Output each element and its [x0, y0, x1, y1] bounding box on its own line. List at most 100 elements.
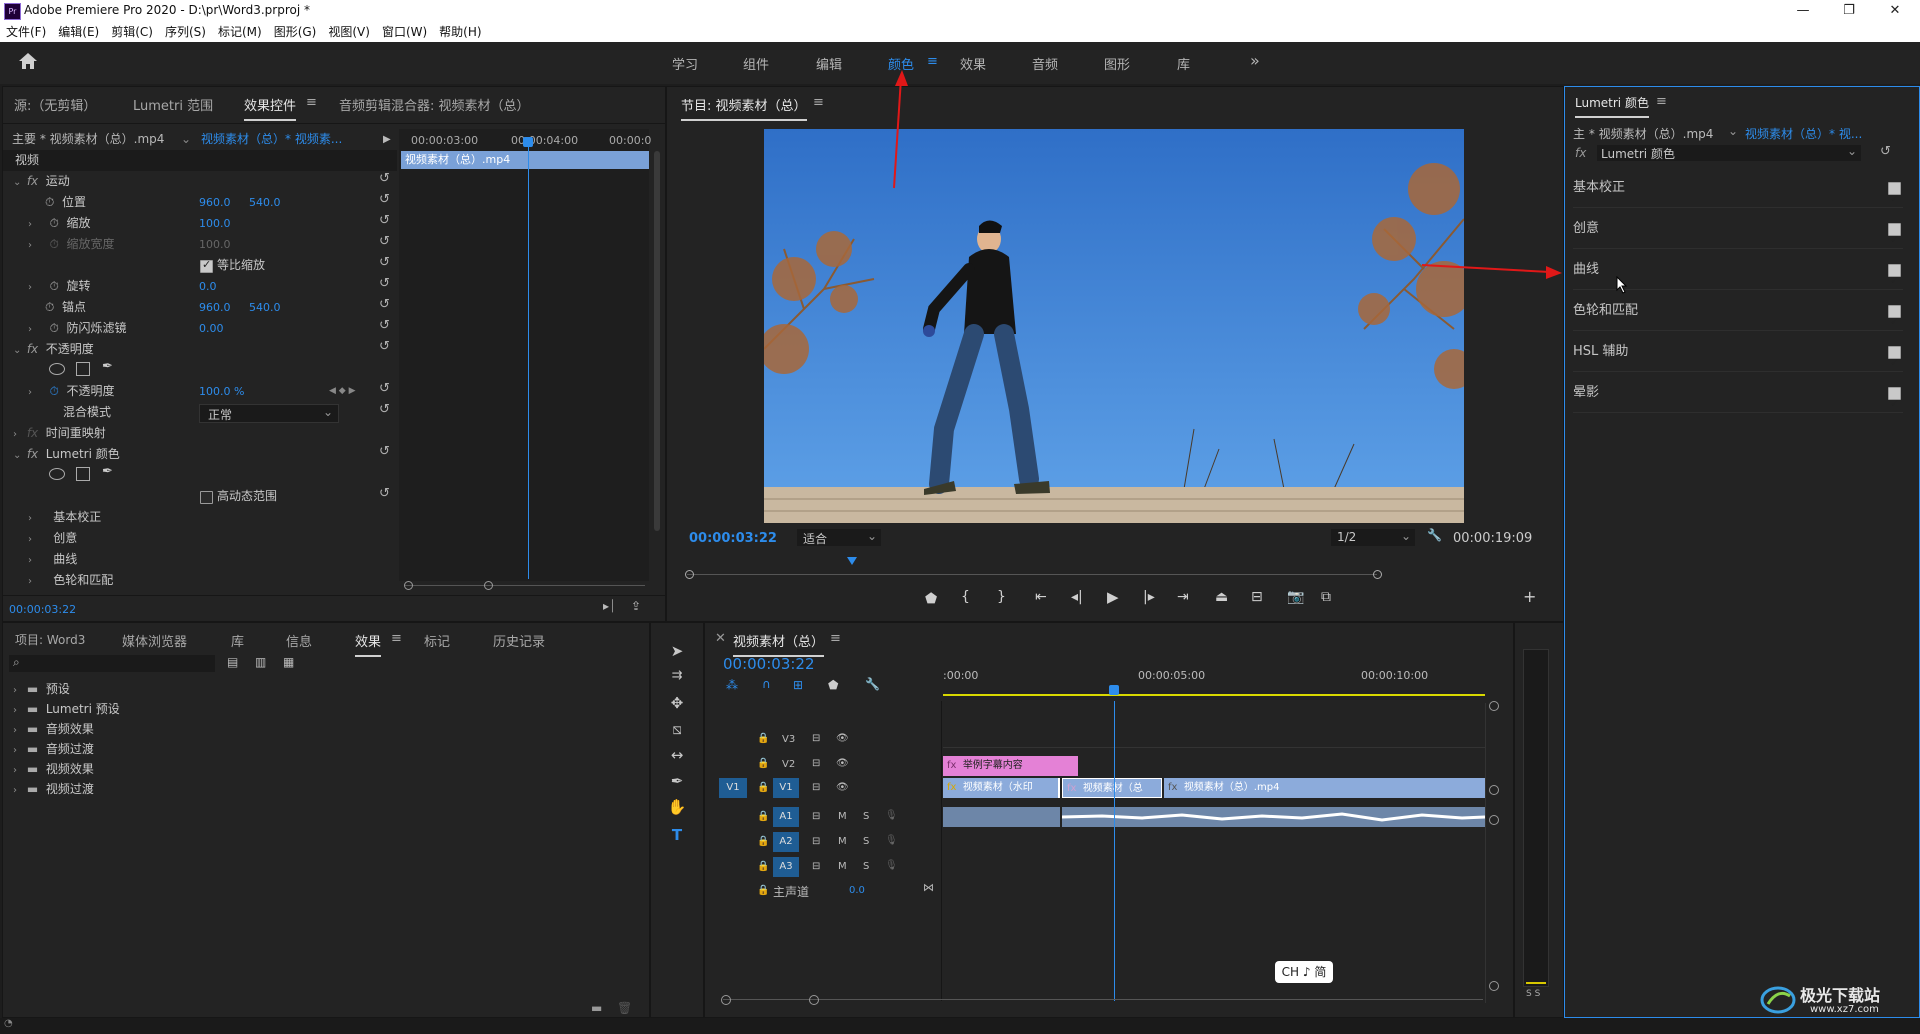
lumetri-section-checkbox[interactable] — [1888, 385, 1901, 423]
lock-icon[interactable]: 🔒 — [757, 758, 769, 769]
track-label-a1[interactable]: A1 — [773, 807, 799, 827]
linked-selection-icon[interactable]: ⊞ — [793, 678, 803, 692]
sync-lock-icon[interactable]: ⊟ — [812, 782, 820, 793]
solo-button[interactable]: S — [863, 861, 869, 872]
clip-video-watermark[interactable]: fx 视频素材（水印 — [943, 778, 1060, 798]
mute-button[interactable]: M — [838, 861, 847, 872]
lumetri-section-basic[interactable]: 基本校正 — [1573, 169, 1903, 218]
lumetri-section-creative[interactable]: 创意 — [1573, 210, 1903, 259]
solo-button[interactable]: S — [863, 811, 869, 822]
accelerated-effects-icon[interactable]: ▤ — [227, 655, 238, 669]
effects-search-input[interactable]: ⌕ — [9, 655, 215, 672]
sync-lock-icon[interactable]: ⊟ — [812, 758, 820, 769]
tab-project[interactable]: 项目: Word3 — [15, 631, 85, 648]
microphone-icon[interactable]: 🎙 — [885, 810, 898, 821]
vertical-zoom-handle[interactable] — [1489, 981, 1499, 991]
zoom-handle-left[interactable] — [721, 995, 731, 1005]
tab-effects[interactable]: 效果 — [355, 631, 382, 657]
eye-icon[interactable]: 👁 — [836, 733, 849, 744]
nest-icon[interactable]: ⁂ — [726, 678, 738, 692]
lumetri-panel-title[interactable]: Lumetri 颜色 — [1575, 94, 1649, 118]
timeline-sequence-tab[interactable]: 视频素材（总） — [733, 631, 825, 657]
lumetri-section-vignette[interactable]: 晕影 — [1573, 374, 1903, 423]
32bit-effects-icon[interactable]: ▥ — [255, 655, 266, 669]
snap-icon[interactable]: ∩ — [762, 677, 771, 691]
eye-icon[interactable]: 👁 — [836, 782, 849, 793]
microphone-icon[interactable]: 🎙 — [885, 860, 898, 871]
clip-video-total-b[interactable]: fx 视频素材（总）.mp4 — [1164, 778, 1485, 798]
zoom-handle-right[interactable] — [809, 995, 819, 1005]
tab-history[interactable]: 历史记录 — [493, 631, 545, 650]
solo-button[interactable]: S — [863, 836, 869, 847]
folder-lumetri-presets[interactable]: › ▬ Lumetri 预设 — [13, 699, 120, 720]
mute-button[interactable]: M — [838, 836, 847, 847]
reset-icon[interactable]: ↺ — [1880, 144, 1891, 159]
add-marker-icon[interactable]: ⬟ — [828, 678, 838, 692]
razor-tool-icon[interactable]: ⧅ — [665, 720, 689, 738]
sync-lock-icon[interactable]: ⊟ — [812, 836, 820, 847]
track-label-v3[interactable]: V3 — [782, 734, 795, 745]
slip-tool-icon[interactable]: ↔ — [665, 746, 689, 764]
folder-audio-transitions[interactable]: › ▬ 音频过渡 — [13, 739, 94, 760]
ripple-edit-tool-icon[interactable]: ✥ — [665, 694, 689, 712]
selection-tool-icon[interactable]: ➤ — [665, 642, 689, 660]
eye-icon[interactable]: 👁 — [836, 758, 849, 769]
new-bin-icon[interactable]: ▬ — [591, 1001, 602, 1015]
timeline-menu-icon[interactable]: ≡ — [830, 631, 841, 646]
lock-icon[interactable]: 🔒 — [757, 811, 769, 822]
track-label-a2[interactable]: A2 — [773, 832, 799, 852]
yuv-effects-icon[interactable]: ▦ — [283, 655, 294, 669]
track-label-v1[interactable]: V1 — [773, 778, 799, 798]
timeline-settings-icon[interactable]: 🔧 — [865, 677, 880, 691]
microphone-icon[interactable]: 🎙 — [885, 835, 898, 846]
horizontal-zoom-bar[interactable] — [723, 999, 1483, 1000]
mute-button[interactable]: M — [838, 811, 847, 822]
folder-video-transitions[interactable]: › ▬ 视频过渡 — [13, 779, 94, 800]
folder-audio-effects[interactable]: › ▬ 音频效果 — [13, 719, 94, 740]
pen-tool-icon[interactable]: ✒ — [665, 772, 689, 790]
lumetri-menu-icon[interactable]: ≡ — [1656, 94, 1667, 109]
clip-video-total-a[interactable]: fx 视频素材（总 — [1062, 778, 1162, 798]
hand-tool-icon[interactable]: ✋ — [665, 798, 689, 816]
sync-lock-icon[interactable]: ⊟ — [812, 733, 820, 744]
tab-markers[interactable]: 标记 — [424, 631, 450, 650]
chevron-down-icon[interactable]: ⌄ — [1728, 124, 1738, 138]
vertical-zoom-handle[interactable] — [1489, 815, 1499, 825]
tab-info[interactable]: 信息 — [286, 631, 312, 650]
tab-libraries[interactable]: 库 — [231, 631, 244, 650]
lumetri-sequence-label[interactable]: 视频素材（总）* 视... — [1745, 125, 1862, 142]
audio-clip-a1-left[interactable] — [943, 807, 1060, 827]
lock-icon[interactable]: 🔒 — [757, 782, 769, 793]
track-select-tool-icon[interactable]: ⇉ — [665, 668, 689, 683]
tab-media-browser[interactable]: 媒体浏览器 — [122, 631, 187, 650]
master-track-end-icon[interactable]: ⋈ — [923, 881, 934, 894]
type-tool-icon[interactable]: T — [665, 826, 689, 844]
sync-lock-icon[interactable]: ⊟ — [812, 811, 820, 822]
lumetri-section-checkbox[interactable] — [1888, 344, 1901, 382]
clip-caption[interactable]: fx 举例字幕内容 — [943, 756, 1078, 776]
close-sequence-icon[interactable]: ✕ — [715, 631, 726, 646]
lumetri-section-color-wheels[interactable]: 色轮和匹配 — [1573, 292, 1903, 341]
lock-icon[interactable]: 🔒 — [757, 836, 769, 847]
work-area-bar[interactable] — [943, 694, 1485, 696]
timeline-playhead[interactable] — [1109, 685, 1119, 695]
folder-presets[interactable]: › ▬ 预设 — [13, 679, 70, 700]
timeline-timecode[interactable]: 00:00:03:22 — [723, 655, 815, 673]
audio-clip-a1-right[interactable] — [1061, 807, 1486, 827]
lumetri-section-checkbox[interactable] — [1888, 180, 1901, 218]
vertical-zoom-handle[interactable] — [1489, 785, 1499, 795]
lumetri-section-checkbox[interactable] — [1888, 221, 1901, 259]
delete-icon[interactable]: 🗑 — [617, 1001, 632, 1015]
lock-icon[interactable]: 🔒 — [757, 733, 769, 744]
track-label-v2[interactable]: V2 — [782, 759, 795, 770]
master-track-value[interactable]: 0.0 — [849, 885, 865, 896]
tab-effects-menu-icon[interactable]: ≡ — [391, 631, 402, 646]
lumetri-instance-dropdown[interactable]: Lumetri 颜色 ⌄ — [1597, 144, 1861, 161]
source-patch-v1[interactable]: V1 — [719, 778, 747, 798]
ime-indicator[interactable]: CH ♪ 简 — [1275, 961, 1333, 983]
lumetri-section-checkbox[interactable] — [1888, 262, 1901, 300]
folder-video-effects[interactable]: › ▬ 视频效果 — [13, 759, 94, 780]
lock-icon[interactable]: 🔒 — [757, 885, 769, 896]
track-label-a3[interactable]: A3 — [773, 857, 799, 877]
vertical-zoom-handle[interactable] — [1489, 701, 1499, 711]
